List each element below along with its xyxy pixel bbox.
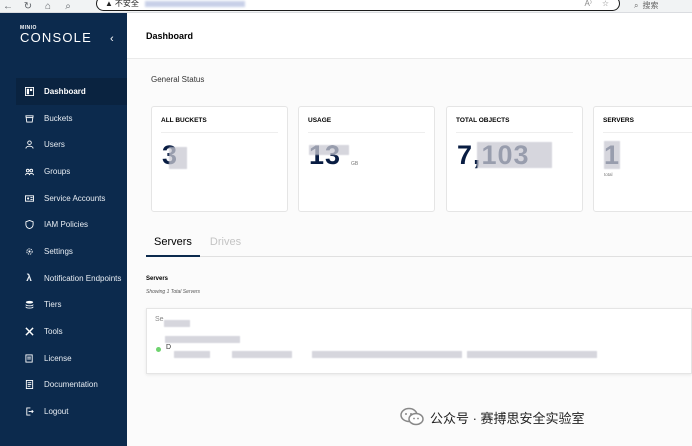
sidebar-item-label: Dashboard	[44, 86, 86, 96]
lambda-icon: λ	[26, 272, 32, 284]
servers-heading: Servers	[146, 276, 169, 282]
card-title: TOTAL OBJECTS	[456, 117, 510, 124]
redaction	[477, 142, 552, 168]
sidebar-item-iam-policies[interactable]: IAM Policies	[16, 211, 127, 238]
server-drive-info: D	[166, 344, 172, 351]
sidebar-item-label: Buckets	[44, 113, 73, 123]
sidebar-item-label: Notification Endpoints	[44, 273, 122, 283]
page-title: Dashboard	[146, 30, 194, 41]
redaction	[309, 145, 349, 155]
user-icon	[24, 140, 34, 150]
redaction	[604, 141, 620, 169]
tab-drives[interactable]: Drives	[202, 233, 249, 256]
watermark-text: 公众号 · 赛搏思安全实验室	[430, 410, 585, 426]
shield-icon	[24, 220, 34, 230]
address-bar[interactable]: ▲ 不安全 A⁾ ☆	[96, 0, 620, 11]
read-aloud-icon[interactable]: A⁾	[585, 0, 592, 8]
sidebar-item-label: Documentation	[44, 380, 98, 390]
card-usage: USAGE 13 GB	[298, 106, 435, 212]
sidebar-item-label: Logout	[44, 407, 69, 417]
top-bar: Dashboard	[127, 13, 692, 59]
browser-search-label: 搜索	[642, 1, 659, 10]
card-divider	[456, 132, 573, 133]
sidebar-item-label: Groups	[44, 166, 71, 176]
sidebar-item-notification-endpoints[interactable]: λ Notification Endpoints	[16, 265, 127, 292]
sidebar-item-groups[interactable]: Groups	[16, 158, 127, 185]
server-name: Se	[155, 316, 164, 323]
sidebar-item-users[interactable]: Users	[16, 131, 127, 158]
sidebar-item-label: Service Accounts	[44, 193, 106, 203]
dashboard-icon	[24, 86, 34, 96]
redaction	[165, 336, 240, 343]
search-icon: ⌕	[634, 0, 639, 10]
sidebar-item-documentation[interactable]: Documentation	[16, 372, 127, 399]
gear-icon	[24, 246, 34, 256]
sidebar-menu: Dashboard Buckets Users Groups Service A…	[16, 78, 127, 425]
sidebar: MINIO CONSOLE ‹ Dashboard Buckets Users …	[0, 13, 127, 446]
browser-search[interactable]: ⌕ 搜索	[634, 0, 658, 11]
tiers-icon	[24, 300, 34, 310]
sidebar-item-settings[interactable]: Settings	[16, 238, 127, 265]
sidebar-item-tools[interactable]: Tools	[16, 318, 127, 345]
server-card[interactable]: Se D	[146, 308, 692, 374]
redaction	[164, 320, 190, 327]
bucket-icon	[24, 113, 34, 123]
card-divider	[308, 132, 425, 133]
sidebar-item-label: License	[44, 353, 72, 363]
card-divider	[603, 132, 692, 133]
card-all-buckets: ALL BUCKETS 3	[151, 106, 288, 212]
browser-toolbar: ← ↻ ⌂ ⌕ ▲ 不安全 A⁾ ☆ ⌕ 搜索	[0, 0, 692, 13]
logout-icon	[24, 407, 34, 417]
card-servers: SERVERS 1 total	[593, 106, 692, 212]
home-icon[interactable]: ⌂	[40, 0, 56, 13]
card-unit: GB	[351, 161, 359, 167]
section-title: General Status	[151, 75, 205, 84]
logo-main-text: CONSOLE	[20, 30, 92, 45]
redaction	[174, 351, 210, 358]
redaction	[312, 351, 462, 358]
favorite-star-icon[interactable]: ☆	[602, 0, 609, 8]
card-title: ALL BUCKETS	[161, 117, 207, 124]
service-accounts-icon	[24, 193, 34, 203]
sidebar-item-label: Users	[44, 140, 65, 150]
sidebar-item-license[interactable]: License	[16, 345, 127, 372]
search-icon[interactable]: ⌕	[60, 0, 76, 13]
card-subtext: total	[604, 172, 613, 177]
watermark: 公众号 · 赛搏思安全实验室	[400, 407, 585, 427]
groups-icon	[24, 166, 34, 176]
sidebar-item-label: Tiers	[44, 300, 62, 310]
tab-bar: Servers Drives	[146, 233, 692, 257]
back-icon[interactable]: ←	[0, 0, 16, 13]
sidebar-item-label: Tools	[44, 327, 63, 337]
card-title: USAGE	[308, 117, 332, 124]
redaction	[232, 351, 292, 358]
sidebar-item-dashboard[interactable]: Dashboard	[16, 78, 127, 105]
license-icon	[24, 353, 34, 363]
refresh-icon[interactable]: ↻	[20, 0, 36, 13]
redaction	[169, 147, 187, 169]
security-warning[interactable]: ▲ 不安全	[105, 0, 139, 9]
card-total-objects: TOTAL OBJECTS 7,103	[446, 106, 583, 212]
collapse-sidebar-icon[interactable]: ‹	[110, 33, 114, 45]
warning-icon: ▲	[105, 0, 113, 8]
sidebar-item-buckets[interactable]: Buckets	[16, 105, 127, 132]
servers-count-text: Showing 1 Total Servers	[146, 289, 201, 295]
tools-icon	[24, 327, 34, 337]
server-status-dot	[156, 347, 161, 352]
redaction	[467, 351, 597, 358]
sidebar-item-logout[interactable]: Logout	[16, 398, 127, 425]
card-title: SERVERS	[603, 117, 634, 124]
sidebar-item-service-accounts[interactable]: Service Accounts	[16, 185, 127, 212]
url-text	[144, 0, 245, 7]
tab-servers[interactable]: Servers	[146, 233, 200, 257]
sidebar-item-label: Settings	[44, 246, 73, 256]
sidebar-item-tiers[interactable]: Tiers	[16, 292, 127, 319]
main-content: Dashboard General Status ALL BUCKETS 3 U…	[127, 13, 692, 446]
security-label: 不安全	[114, 0, 139, 8]
logo: MINIO CONSOLE	[20, 25, 92, 45]
wechat-icon	[400, 407, 424, 426]
sidebar-item-label: IAM Policies	[44, 220, 89, 230]
documentation-icon	[24, 380, 34, 390]
card-divider	[161, 132, 278, 133]
